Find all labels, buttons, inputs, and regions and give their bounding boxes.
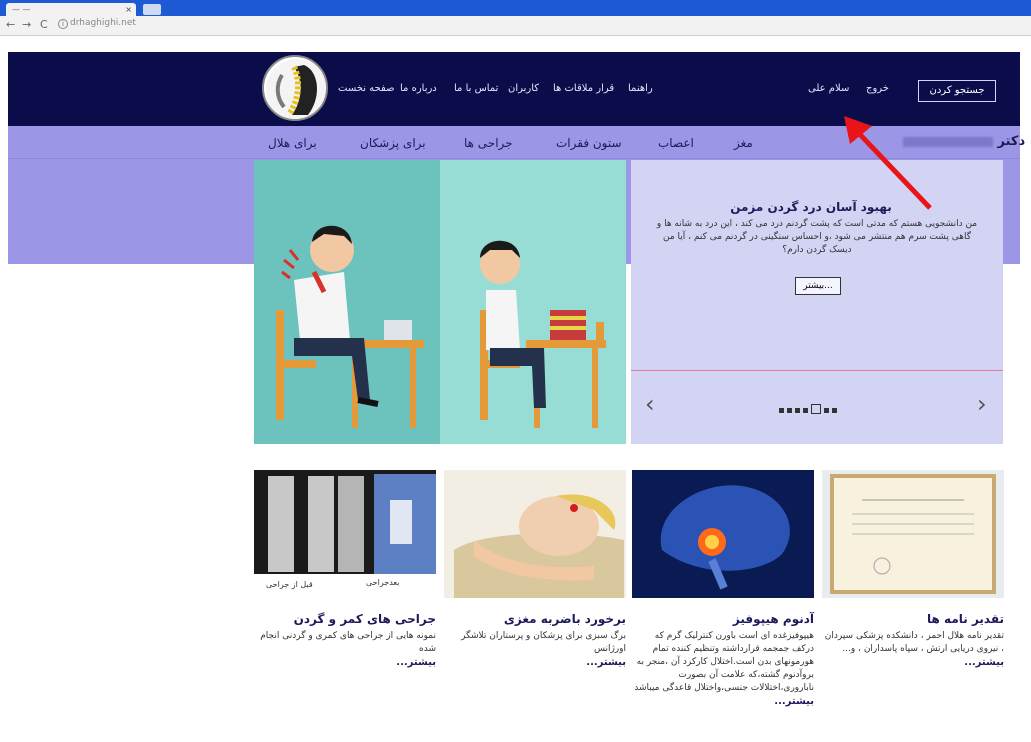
card-text: هیپوفیزغده ای است باورن کنترلیک گرم که د…: [632, 630, 814, 708]
slider-dot[interactable]: [787, 408, 792, 413]
slider-dot[interactable]: [824, 408, 829, 413]
slider-dot[interactable]: [795, 408, 800, 413]
slider-dot[interactable]: [779, 408, 784, 413]
slide-more-button[interactable]: بیشتر...: [795, 277, 841, 295]
testimonial-slider: بهبود آسان درد گردن مزمن من دانشجویی هست…: [631, 160, 1003, 444]
spine-xray-image[interactable]: قبل از جراحی بعدجراحی: [254, 470, 436, 598]
site-header: صفحه نخست درباره ما تماس با ما کاربران ق…: [8, 52, 1020, 126]
forward-icon[interactable]: →: [22, 18, 31, 31]
caption-before: قبل از جراحی: [266, 580, 313, 589]
reload-icon[interactable]: C: [40, 18, 48, 31]
logout-link[interactable]: خروج: [866, 83, 889, 94]
brain-image[interactable]: [632, 470, 814, 598]
head-injury-image[interactable]: [444, 470, 626, 598]
card-desc: برگ سبزی برای پزشکان و پرستاران تلاشگر ا…: [461, 631, 626, 654]
card-more-link[interactable]: بیشتر...: [444, 656, 626, 669]
card-text: تقدیر نامه هلال احمر ، دانشکده پزشکی سپر…: [822, 630, 1004, 669]
card-desc: نمونه هایی از جراحی های کمری و گردنی انج…: [260, 631, 436, 654]
redacted-name: [903, 136, 993, 147]
nav-users[interactable]: کاربران: [508, 83, 539, 94]
back-icon[interactable]: ←: [6, 18, 15, 31]
slider-dot[interactable]: [803, 408, 808, 413]
doctor-name[interactable]: دکتر: [903, 134, 1025, 149]
slider-prev-arrow[interactable]: ‹: [645, 390, 655, 418]
tab-title: — —: [12, 5, 31, 14]
slide-title: بهبود آسان درد گردن مزمن: [730, 200, 892, 214]
slider-dot[interactable]: [832, 408, 837, 413]
card-title[interactable]: تقدیر نامه ها: [822, 612, 1004, 626]
certificate-image[interactable]: [822, 470, 1004, 598]
nav-appointments[interactable]: قرار ملاقات ها: [553, 83, 614, 94]
hero-illustration: [254, 160, 626, 444]
nav-contact[interactable]: تماس با ما: [454, 83, 498, 94]
nav-about[interactable]: درباره ما: [400, 83, 437, 94]
card-title[interactable]: برخورد باضربه مغزی: [444, 612, 626, 626]
search-button[interactable]: جستجو کردن: [918, 80, 996, 102]
subnav-nerves[interactable]: اعصاب: [658, 136, 694, 150]
close-icon[interactable]: ×: [125, 3, 132, 16]
subnav-doctors[interactable]: برای پزشکان: [360, 136, 426, 150]
card-more-link[interactable]: بیشتر...: [254, 656, 436, 669]
doctor-prefix: دکتر: [997, 134, 1026, 149]
divider: [631, 370, 1003, 371]
slide-text: من دانشجویی هستم که مدتی است که پشت گردن…: [656, 219, 978, 255]
info-icon[interactable]: i: [58, 19, 68, 29]
greeting-user-link[interactable]: سلام علی: [808, 83, 849, 94]
nav-guide[interactable]: راهنما: [628, 83, 653, 94]
slider-dots: [779, 398, 840, 417]
address-bar: ← → C i drhaghighi.net: [0, 16, 1031, 36]
slider-dot-active[interactable]: [811, 403, 821, 414]
caption-after: بعدجراحی: [366, 578, 400, 587]
card-desc: هیپوفیزغده ای است باورن کنترلیک گرم که د…: [634, 631, 814, 693]
browser-tab[interactable]: — — ×: [6, 3, 136, 16]
subnav-spine[interactable]: ستون فقرات: [556, 136, 622, 150]
card-more-link[interactable]: بیشتر...: [632, 695, 814, 708]
site-logo[interactable]: [262, 55, 328, 121]
card-text: برگ سبزی برای پزشکان و پرستاران تلاشگر ا…: [444, 630, 626, 669]
slider-next-arrow[interactable]: ›: [977, 390, 987, 418]
new-tab-button[interactable]: [143, 4, 161, 15]
url-field[interactable]: drhaghighi.net: [70, 18, 136, 28]
card-title[interactable]: آدنوم هیپوفیز: [632, 612, 814, 626]
subnav-surgeries[interactable]: جراحی ها: [464, 136, 513, 150]
subnav-brain[interactable]: مغز: [734, 136, 753, 150]
subnav-relief[interactable]: برای هلال: [268, 136, 317, 150]
divider: [8, 158, 1020, 159]
card-text: نمونه هایی از جراحی های کمری و گردنی انج…: [254, 630, 436, 669]
nav-home[interactable]: صفحه نخست: [338, 83, 395, 94]
card-title[interactable]: جراحی های کمر و گردن: [254, 612, 436, 626]
card-more-link[interactable]: بیشتر...: [822, 656, 1004, 669]
card-desc: تقدیر نامه هلال احمر ، دانشکده پزشکی سپر…: [824, 631, 1004, 654]
browser-tab-bar: — — ×: [0, 0, 1031, 16]
